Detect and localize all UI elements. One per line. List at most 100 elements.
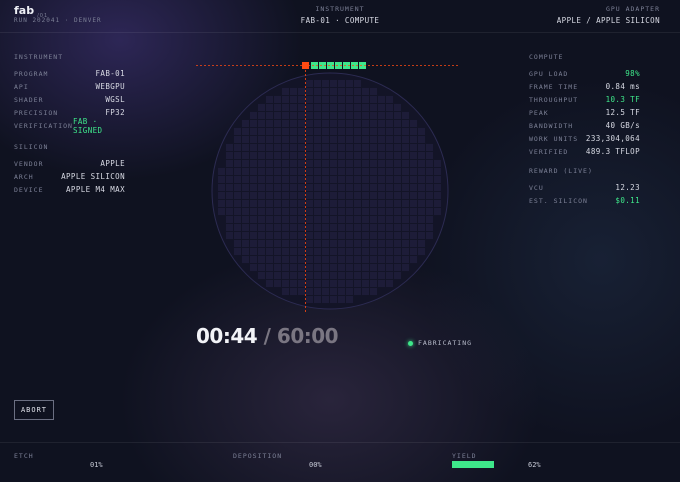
die-cell bbox=[250, 152, 257, 159]
die-cell bbox=[314, 280, 321, 287]
die-cell bbox=[322, 208, 329, 215]
die-cell bbox=[378, 120, 385, 127]
die-cell bbox=[298, 144, 305, 151]
die-cell bbox=[402, 112, 409, 119]
die-cell bbox=[394, 112, 401, 119]
die-cell bbox=[274, 168, 281, 175]
die-cell bbox=[338, 272, 345, 279]
wafer-display bbox=[196, 62, 460, 314]
die-cell bbox=[362, 160, 369, 167]
die-cell bbox=[314, 88, 321, 95]
die-cell bbox=[386, 280, 393, 287]
die-cell bbox=[394, 272, 401, 279]
die-cell bbox=[346, 104, 353, 111]
yield-bar bbox=[452, 461, 494, 468]
die-cell bbox=[378, 256, 385, 263]
die-cell bbox=[234, 240, 241, 247]
die-cell bbox=[362, 168, 369, 175]
die-cell bbox=[402, 216, 409, 223]
die-cell bbox=[402, 264, 409, 271]
die-cell bbox=[250, 216, 257, 223]
die-cell bbox=[354, 256, 361, 263]
die-cell bbox=[314, 288, 321, 295]
die-cell bbox=[370, 224, 377, 231]
die-cell bbox=[250, 128, 257, 135]
die-cell bbox=[354, 144, 361, 151]
die-cell bbox=[298, 128, 305, 135]
die-cell bbox=[306, 136, 313, 143]
die-cell bbox=[322, 272, 329, 279]
info-row-label: THROUGHPUT bbox=[529, 95, 579, 104]
die-cell bbox=[258, 248, 265, 255]
die-cell bbox=[274, 232, 281, 239]
info-row-value: 12.23 bbox=[615, 183, 640, 192]
die-cell bbox=[234, 184, 241, 191]
die-cell bbox=[322, 192, 329, 199]
die-cell bbox=[402, 200, 409, 207]
die-cell bbox=[426, 184, 433, 191]
die-cell bbox=[402, 160, 409, 167]
die-cell bbox=[298, 272, 305, 279]
die-cell bbox=[226, 216, 233, 223]
instrument-list: PROGRAM FAB-01 API WEBGPU SHADER WGSL PRECISIO… bbox=[14, 67, 125, 135]
die-cell bbox=[322, 248, 329, 255]
info-row-label: API bbox=[14, 82, 29, 91]
info-row-value: FAB-01 bbox=[95, 69, 125, 78]
die-cell bbox=[378, 200, 385, 207]
abort-button[interactable]: ABORT bbox=[14, 400, 54, 420]
die-cell bbox=[394, 208, 401, 215]
die-cell bbox=[330, 120, 337, 127]
die-cell bbox=[290, 184, 297, 191]
die-cell bbox=[282, 176, 289, 183]
info-row-label: VERIFICATION bbox=[14, 121, 73, 130]
die-cell bbox=[322, 168, 329, 175]
die-cell bbox=[370, 128, 377, 135]
die-cell bbox=[314, 160, 321, 167]
die-cell bbox=[402, 248, 409, 255]
die-cell bbox=[298, 200, 305, 207]
die-cell bbox=[354, 264, 361, 271]
reward-section-title: REWARD (LIVE) bbox=[529, 167, 593, 175]
die-cell bbox=[402, 144, 409, 151]
die-cell bbox=[418, 224, 425, 231]
die-cell bbox=[378, 160, 385, 167]
die-cell bbox=[346, 192, 353, 199]
die-cell bbox=[258, 240, 265, 247]
die-cell bbox=[266, 240, 273, 247]
info-row: GPU LOAD 98% bbox=[529, 67, 640, 80]
timer-elapsed: 00:44 bbox=[196, 324, 258, 348]
die-cell bbox=[346, 216, 353, 223]
die-cell bbox=[378, 248, 385, 255]
die-cell bbox=[338, 120, 345, 127]
die-cell bbox=[250, 240, 257, 247]
die-cell bbox=[258, 216, 265, 223]
die-cell bbox=[330, 88, 337, 95]
die-cell bbox=[346, 88, 353, 95]
die-cell bbox=[418, 248, 425, 255]
die-cell bbox=[242, 144, 249, 151]
die-cell bbox=[314, 80, 321, 87]
die-cell bbox=[322, 200, 329, 207]
die-cell bbox=[410, 224, 417, 231]
die-cell bbox=[362, 272, 369, 279]
die-cell bbox=[378, 144, 385, 151]
reward-list: VCU 12.23 EST. SILICON $0.11 bbox=[529, 181, 640, 207]
die-cell bbox=[298, 216, 305, 223]
die-cell bbox=[362, 104, 369, 111]
die-cell bbox=[330, 160, 337, 167]
die-cell bbox=[282, 192, 289, 199]
info-row: PEAK 12.5 TF bbox=[529, 106, 640, 119]
die-cell bbox=[410, 168, 417, 175]
die-cell bbox=[290, 128, 297, 135]
die-cell bbox=[378, 232, 385, 239]
right-panel: COMPUTE GPU LOAD 98% FRAME TIME 0.84 ms THRO… bbox=[529, 53, 640, 207]
die-cell bbox=[234, 152, 241, 159]
die-cell bbox=[402, 232, 409, 239]
die-cell bbox=[418, 208, 425, 215]
die-cell bbox=[378, 96, 385, 103]
die-cell bbox=[362, 288, 369, 295]
die-cell bbox=[322, 88, 329, 95]
die-cell bbox=[314, 256, 321, 263]
die-cell bbox=[386, 216, 393, 223]
die-cell bbox=[298, 120, 305, 127]
